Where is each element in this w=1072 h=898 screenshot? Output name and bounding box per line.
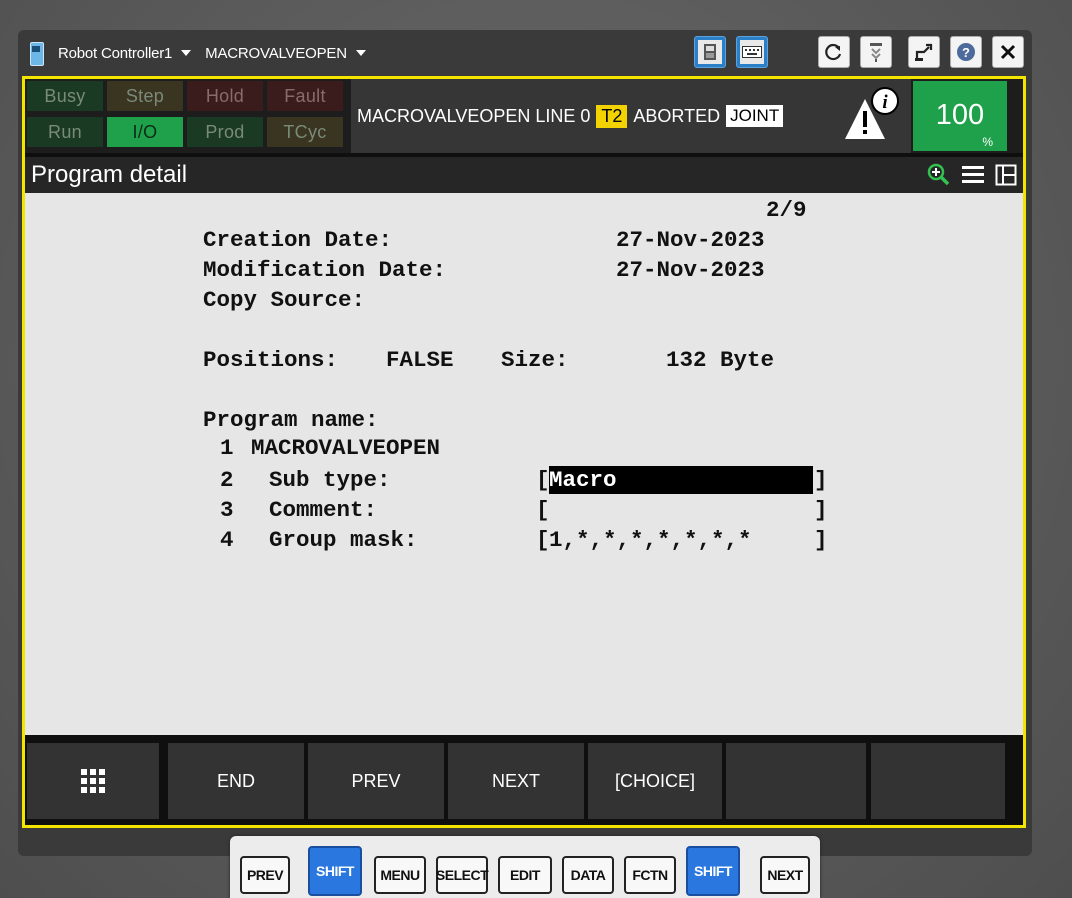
status-busy: Busy [27,81,103,111]
robot-arm-icon [915,43,933,61]
status-io: I/O [107,117,183,147]
comment-bracket-open: [ [536,497,550,523]
keyboard-icon [742,46,762,58]
program-selector[interactable]: MACROVALVEOPEN [205,45,366,62]
fkey-next[interactable]: NEXT [448,743,584,819]
grid-menu-icon [81,769,105,793]
status-run: Run [27,117,103,147]
status-state: ABORTED [633,105,721,126]
svg-text:?: ? [962,45,970,60]
program-name: MACROVALVEOPEN [205,44,347,62]
controller-name: Robot Controller1 [58,44,173,62]
page-title: Program detail [31,161,188,188]
hold-button[interactable] [860,36,892,68]
pendant-icon [704,44,716,60]
key-fctn[interactable]: FCTN [624,856,676,894]
sub-type-field[interactable]: Macro [549,466,813,494]
tp-screen: Busy Step Hold Fault Run I/O Prod TCyc M… [22,76,1026,828]
key-menu[interactable]: MENU [374,856,426,894]
key-edit[interactable]: EDIT [498,856,552,894]
fkey-5[interactable] [726,743,866,819]
item-3-number: 3 [220,497,234,523]
status-step: Step [107,81,183,111]
fkey-prev[interactable]: PREV [308,743,444,819]
sub-type-bracket-close: ] [814,467,828,493]
jog-button[interactable] [908,36,940,68]
key-data[interactable]: DATA [562,856,614,894]
status-hold: Hold [187,81,263,111]
fkey-end[interactable]: END [168,743,304,819]
modification-date-label: Modification Date: [203,257,447,283]
key-next[interactable]: NEXT [760,856,810,894]
pendant-view-button[interactable] [694,36,726,68]
creation-date-value: 27-Nov-2023 [616,227,765,253]
override-value: 100 [935,99,985,131]
positions-value: FALSE [386,347,454,373]
alarm-info-icon[interactable]: i [841,85,903,145]
page-indicator: 2/9 [766,197,807,223]
creation-date-label: Creation Date: [203,227,393,253]
group-mask-field[interactable]: 1,*,*,*,*,*,*,* [549,526,752,554]
split-screen-icon[interactable] [995,164,1017,186]
refresh-icon [825,43,842,61]
hard-key-bar: PREV SHIFT MENU SELECT EDIT DATA FCTN SH… [230,836,820,898]
menu-list-icon[interactable] [961,164,985,186]
override-indicator[interactable]: 100 % [913,81,1007,151]
item-1-number: 1 [220,435,234,461]
comment-bracket-close: ] [814,497,828,523]
program-detail-content: 2/9 Creation Date: 27-Nov-2023 Modificat… [25,193,1023,735]
override-unit: % [982,135,993,149]
positions-label: Positions: [203,347,339,373]
refresh-button[interactable] [818,36,850,68]
sub-type-label: Sub type: [269,467,391,493]
chevron-down-icon [181,50,192,56]
close-icon [1000,44,1016,60]
function-key-bar: END PREV NEXT [CHOICE] [25,741,1023,821]
size-label: Size: [501,347,569,373]
coord-badge: JOINT [726,105,784,127]
key-select[interactable]: SELECT [436,856,489,894]
help-icon: ? [957,43,975,61]
modification-date-value: 27-Nov-2023 [616,257,765,283]
status-message: MACROVALVEOPEN LINE 0 T2 ABORTED JOINT i [351,79,911,153]
program-name-value[interactable]: MACROVALVEOPEN [251,434,440,462]
fkey-choice[interactable]: [CHOICE] [588,743,722,819]
fkey-6[interactable] [871,743,1005,819]
zoom-in-icon[interactable] [927,163,951,187]
item-4-number: 4 [220,527,234,553]
status-tcyc: TCyc [267,117,343,147]
group-mask-bracket-close: ] [814,527,828,553]
keyboard-button[interactable] [736,36,768,68]
svg-text:i: i [882,92,888,113]
program-name-label: Program name: [203,407,379,433]
close-button[interactable] [992,36,1024,68]
screen-header: Program detail [25,157,1023,193]
key-shift-right[interactable]: SHIFT [686,846,740,896]
controller-selector[interactable]: Robot Controller1 [58,44,192,62]
teach-pendant-icon [28,38,44,68]
chevron-down-icon [355,50,366,56]
group-mask-bracket-open: [ [536,527,550,553]
comment-field[interactable] [549,496,813,524]
status-fault: Fault [267,81,343,111]
status-prod: Prod [187,117,263,147]
comment-label: Comment: [269,497,378,523]
group-mask-label: Group mask: [269,527,418,553]
key-prev[interactable]: PREV [240,856,290,894]
fkey-menu-button[interactable] [27,743,159,819]
deadman-icon [870,43,882,62]
key-shift-left[interactable]: SHIFT [308,846,362,896]
copy-source-label: Copy Source: [203,287,366,313]
status-program-line: MACROVALVEOPEN LINE 0 [357,105,591,126]
status-panel: Busy Step Hold Fault Run I/O Prod TCyc M… [25,79,1023,153]
item-2-number: 2 [220,467,234,493]
mode-badge: T2 [596,104,628,128]
size-value: 132 Byte [666,347,775,373]
help-button[interactable]: ? [950,36,982,68]
sub-type-bracket-open: [ [536,467,550,493]
